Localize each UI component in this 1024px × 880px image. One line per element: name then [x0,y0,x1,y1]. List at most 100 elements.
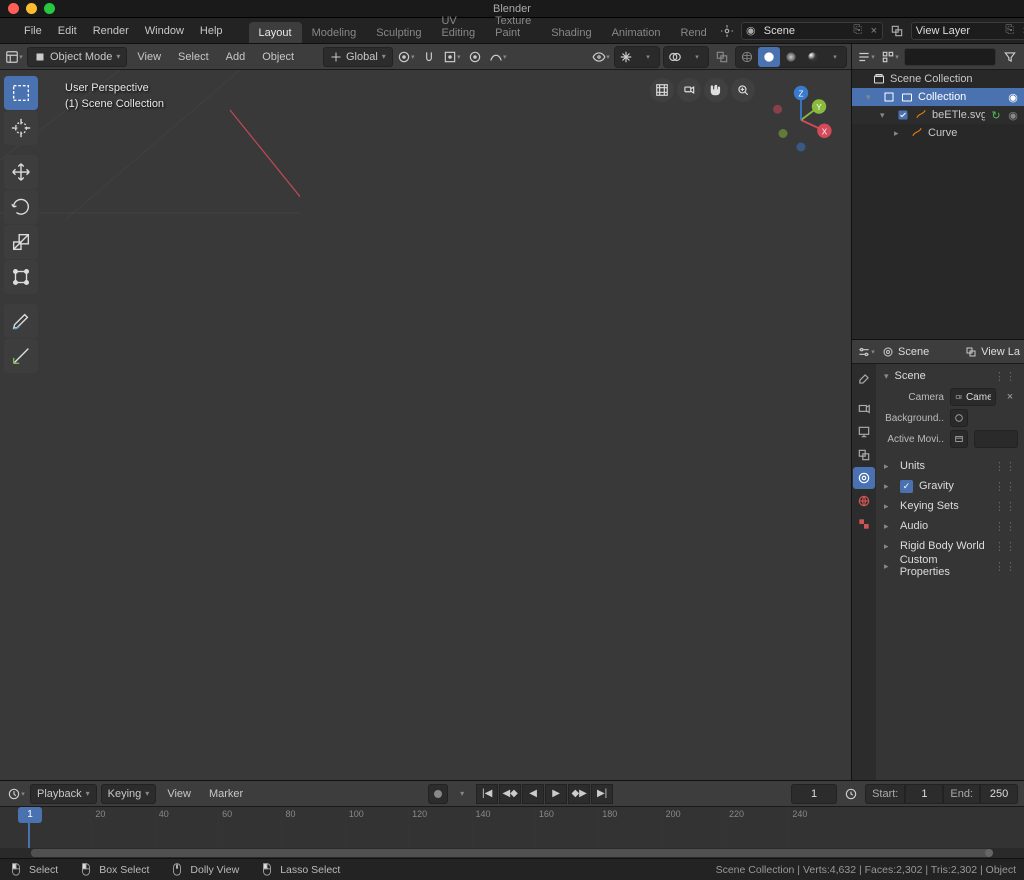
playback-menu[interactable]: Playback▾ [30,784,97,804]
ptab-tool[interactable] [853,368,875,390]
shade-rendered-icon[interactable] [802,47,824,67]
ptab-texture[interactable] [853,513,875,535]
tl-menu-marker[interactable]: Marker [202,784,250,804]
xray-icon[interactable] [712,47,732,67]
orientation-selector[interactable]: Global ▾ [323,47,393,67]
jump-start-icon[interactable]: |◀ [476,784,498,804]
scene-name-input[interactable] [760,25,850,37]
auto-key-icon[interactable] [428,784,448,804]
vp-menu-object[interactable]: Object [255,47,301,67]
prop-falloff-icon[interactable]: ▾ [488,47,508,67]
checkbox-icon[interactable] [896,108,910,122]
timeline-scrollbar[interactable] [0,848,1024,858]
active-clip-field[interactable] [974,430,1018,448]
ptab-world[interactable] [853,490,875,512]
playhead[interactable]: 1 [28,807,30,848]
shade-matprev-icon[interactable] [780,47,802,67]
shade-solid-icon[interactable] [758,47,780,67]
close-scene-icon[interactable]: × [866,25,882,37]
timeline-track[interactable]: 20406080100120140160180200220240 1 [0,807,1024,848]
pin-icon[interactable]: ⎘ [850,24,866,37]
preview-range-icon[interactable] [841,784,861,804]
expand-icon[interactable]: ▾ [880,110,892,121]
active-clip-selector[interactable] [950,430,968,448]
tab-animation[interactable]: Animation [602,22,671,43]
outliner-row-curve[interactable]: ▸ Curve [852,124,1024,142]
tool-transform[interactable] [4,260,38,294]
restrict-icon[interactable]: ↻ [989,109,1003,122]
ptab-scene[interactable] [853,467,875,489]
current-frame-field[interactable]: 1 [791,784,837,804]
panel-options-icon[interactable]: ⋮⋮ [994,370,1016,383]
vp-menu-add[interactable]: Add [219,47,253,67]
panel-head-scene[interactable]: ▾ Scene ⋮⋮ [878,366,1022,386]
gizmo-menu-icon[interactable]: ▾ [637,47,659,67]
eye-icon[interactable]: ◉ [1006,109,1020,122]
maximize-window-icon[interactable] [44,3,55,14]
start-frame-field[interactable]: 1 [905,784,943,804]
tool-measure[interactable] [4,339,38,373]
panel-units[interactable]: ▸Units⋮⋮ [878,456,1022,476]
tool-rotate[interactable] [4,190,38,224]
gravity-checkbox[interactable]: ✓ [900,480,913,493]
tool-annotate[interactable] [4,304,38,338]
menu-help[interactable]: Help [192,18,231,44]
keying-menu[interactable]: Keying▾ [101,784,157,804]
close-layer-icon[interactable]: × [1018,25,1024,37]
panel-gravity[interactable]: ▸✓Gravity⋮⋮ [878,476,1022,496]
play-icon[interactable]: ▶ [545,784,567,804]
expand-icon[interactable]: ▾ [866,92,878,103]
tool-cursor[interactable] [4,111,38,145]
view-layer-input[interactable] [912,25,1002,37]
prop-edit-icon[interactable] [465,47,485,67]
keyframe-prev-icon[interactable]: ◀◆ [499,784,521,804]
pivot-icon[interactable]: ▾ [396,47,416,67]
tab-layout[interactable]: Layout [249,22,302,43]
persp-ortho-icon[interactable] [731,78,755,102]
editor-type-icon[interactable]: ▾ [4,47,24,67]
tool-scale[interactable] [4,225,38,259]
camera-view-icon[interactable] [650,78,674,102]
outliner-row-collection[interactable]: ▾ Collection ◉ [852,88,1024,106]
play-reverse-icon[interactable]: ◀ [522,784,544,804]
panel-keying-sets[interactable]: ▸Keying Sets⋮⋮ [878,496,1022,516]
viewport-3d[interactable]: User Perspective (1) Scene Collection Z … [0,70,851,780]
ptab-view-layer[interactable] [853,444,875,466]
minimize-window-icon[interactable] [26,3,37,14]
outliner-row-object[interactable]: ▾ beETle.svg ↻ ◉ [852,106,1024,124]
outliner-row-scene-collection[interactable]: Scene Collection [852,70,1024,88]
scene-browse-icon[interactable] [717,21,737,41]
zoom-icon[interactable] [677,78,701,102]
menu-window[interactable]: Window [137,18,192,44]
filter-icon[interactable] [1000,47,1020,67]
end-frame-field[interactable]: 250 [980,784,1018,804]
camera-selector[interactable] [950,388,996,406]
keyframe-next-icon[interactable]: ◆▶ [568,784,590,804]
snap-target-icon[interactable]: ▾ [442,47,462,67]
tab-shading[interactable]: Shading [541,22,601,43]
snap-icon[interactable] [419,47,439,67]
panel-custom-props[interactable]: ▸Custom Properties⋮⋮ [878,556,1022,576]
expand-icon[interactable]: ▸ [894,128,906,139]
outliner-tree[interactable]: Scene Collection ▾ Collection ◉ ▾ beETle… [852,70,1024,340]
pan-icon[interactable] [704,78,728,102]
background-scene-selector[interactable] [950,409,968,427]
ptab-output[interactable] [853,421,875,443]
panel-audio[interactable]: ▸Audio⋮⋮ [878,516,1022,536]
view-layer-field[interactable]: ⎘ × [911,22,1024,40]
eye-icon[interactable]: ◉ [1006,91,1020,104]
menu-file[interactable]: File [16,18,50,44]
mode-selector[interactable]: Object Mode ▾ [27,47,127,67]
tool-select-box[interactable] [4,76,38,110]
auto-key-menu[interactable]: ▾ [452,784,472,804]
panel-rigid-body[interactable]: ▸Rigid Body World⋮⋮ [878,536,1022,556]
timeline-type-icon[interactable]: ▾ [6,784,26,804]
tab-uv-editing[interactable]: UV Editing [431,10,485,43]
tool-move[interactable] [4,155,38,189]
menu-edit[interactable]: Edit [50,18,85,44]
layer-browse-icon[interactable] [887,21,907,41]
tab-texture-paint[interactable]: Texture Paint [485,10,541,43]
overlay-menu-icon[interactable]: ▾ [686,47,708,67]
clear-icon[interactable]: × [1002,391,1018,403]
vp-menu-view[interactable]: View [130,47,168,67]
